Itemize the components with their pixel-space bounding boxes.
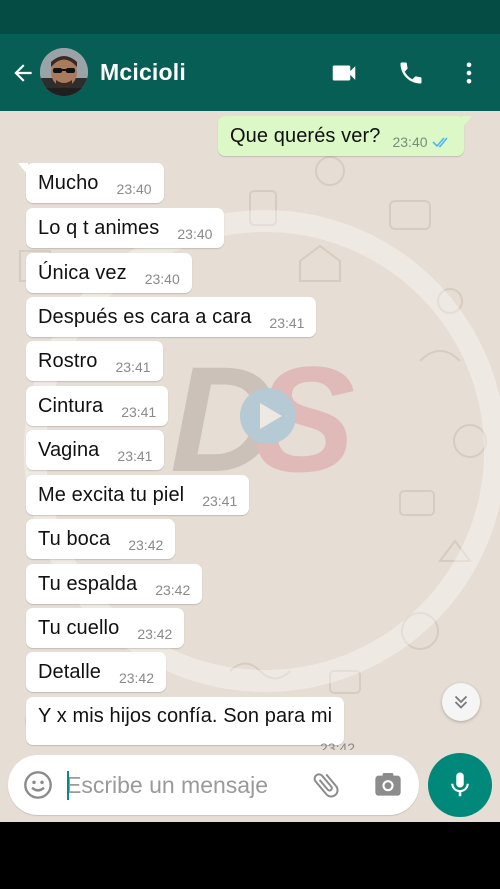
arrow-left-icon	[14, 64, 32, 82]
contact-name[interactable]: Mcicioli	[100, 59, 186, 86]
paperclip-icon	[313, 773, 339, 798]
back-button[interactable]	[8, 58, 38, 88]
status-bar	[0, 0, 500, 34]
incoming-message[interactable]: Cintura 23:41	[26, 386, 169, 426]
message-time: 23:40	[144, 271, 180, 287]
incoming-message[interactable]: Única vez 23:40	[26, 253, 192, 293]
message-time: 23:41	[269, 315, 305, 331]
incoming-message[interactable]: Mucho 23:40	[18, 163, 164, 203]
message-text: Cintura	[38, 394, 104, 417]
system-nav-bar	[0, 822, 500, 889]
message-text: Después es cara a cara	[38, 305, 252, 328]
message-text: Me excita tu piel	[38, 483, 185, 506]
more-vert-icon	[466, 62, 472, 84]
message-text: Tu espalda	[38, 572, 138, 595]
message-text: Que querés ver?	[230, 124, 381, 147]
attach-button[interactable]	[310, 769, 342, 801]
emoji-button[interactable]	[22, 769, 54, 801]
outgoing-message[interactable]: Que querés ver? 23:40	[218, 116, 472, 156]
message-time: 23:42	[128, 537, 164, 553]
message-time: 23:40	[116, 181, 152, 197]
phone-icon	[400, 62, 422, 84]
message-text: Detalle	[38, 660, 101, 683]
message-time: 23:42	[155, 582, 191, 598]
voice-call-button[interactable]	[394, 56, 428, 90]
incoming-message[interactable]: Y x mis hijos confía. Son para mi	[26, 697, 345, 745]
incoming-message[interactable]: Tu boca 23:42	[26, 519, 176, 559]
incoming-message[interactable]: Detalle 23:42	[26, 652, 167, 692]
camera-button[interactable]	[372, 769, 404, 801]
text-cursor	[67, 771, 69, 800]
message-time: 23:42	[118, 670, 155, 686]
message-time: 23:42	[137, 626, 173, 642]
incoming-message[interactable]: Rostro 23:41	[26, 341, 163, 381]
message-time: 23:41	[115, 359, 151, 375]
camera-icon	[375, 773, 401, 796]
menu-button[interactable]	[452, 56, 486, 90]
message-text: Tu cuello	[38, 616, 120, 639]
message-text: Tu boca	[38, 527, 111, 550]
chat-header: Mcicioli	[0, 34, 500, 111]
message-time: 23:41	[121, 404, 157, 420]
message-time: 23:41	[117, 448, 153, 464]
message-text: Mucho	[38, 171, 99, 194]
video-call-button[interactable]	[327, 56, 361, 90]
message-list[interactable]: D S Que querés ver? 23:40 Mucho 23:40 Lo q t…	[0, 111, 500, 750]
emoji-icon	[24, 771, 52, 799]
bubble-tail	[18, 163, 28, 175]
bubble-tail	[461, 116, 472, 128]
microphone-icon	[451, 772, 469, 797]
message-time: 23:40	[392, 134, 428, 150]
composer-bar	[0, 750, 500, 822]
incoming-message[interactable]: Tu espalda 23:42	[26, 564, 203, 604]
message-input[interactable]	[66, 767, 296, 803]
message-composer	[8, 755, 419, 815]
read-receipt-icon	[431, 136, 452, 148]
message-text: Lo q t animes	[38, 216, 160, 239]
message-text: Vagina	[38, 438, 100, 461]
message-text: Única vez	[38, 261, 127, 284]
incoming-message[interactable]: Tu cuello 23:42	[26, 608, 185, 648]
message-time: 23:40	[177, 226, 213, 242]
voice-message-button[interactable]	[428, 753, 492, 817]
incoming-message[interactable]: Después es cara a cara 23:41	[26, 297, 317, 337]
message-time: 23:41	[202, 493, 238, 509]
message-text: Rostro	[38, 349, 98, 372]
message-text: Y x mis hijos confía. Son para mi	[38, 705, 333, 727]
avatar[interactable]	[40, 48, 88, 96]
message-time: 23:42	[320, 740, 356, 750]
chevron-double-down-icon	[454, 695, 468, 709]
scroll-down-button[interactable]	[442, 683, 480, 721]
incoming-message[interactable]: Lo q t animes 23:40	[26, 208, 225, 248]
video-call-icon	[332, 65, 356, 81]
incoming-message[interactable]: Vagina 23:41	[26, 430, 165, 470]
incoming-message[interactable]: Me excita tu piel 23:41	[26, 475, 250, 515]
